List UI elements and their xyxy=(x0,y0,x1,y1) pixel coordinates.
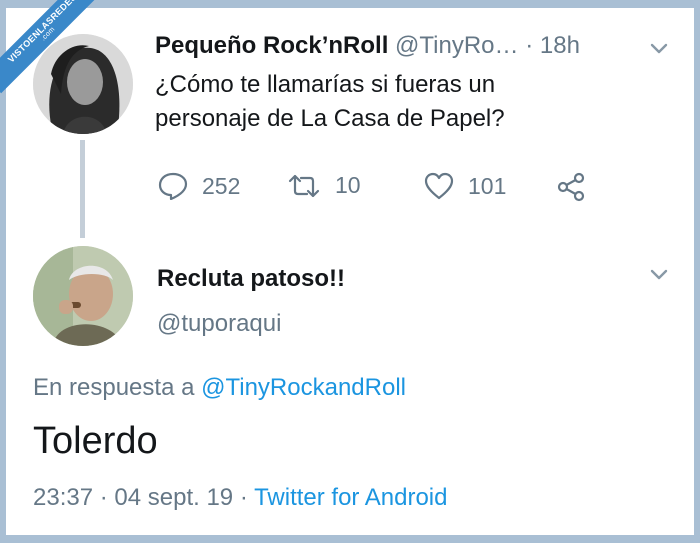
like-action[interactable]: 101 xyxy=(424,172,506,200)
avatar[interactable] xyxy=(33,34,133,134)
reply-author-handle[interactable]: @tuporaqui xyxy=(157,310,281,338)
author-name[interactable]: Pequeño Rock’nRoll xyxy=(155,32,388,59)
share-icon[interactable] xyxy=(556,172,586,202)
retweet-action[interactable]: 10 xyxy=(287,172,361,199)
reply-action[interactable]: 252 xyxy=(158,172,240,200)
like-count: 101 xyxy=(468,172,507,199)
author-name-line[interactable]: Pequeño Rock’nRoll @TinyRo… · 18h xyxy=(155,32,580,60)
reply-author-name[interactable]: Recluta patoso!! xyxy=(157,265,345,293)
author-handle[interactable]: @TinyRo… xyxy=(395,32,519,59)
in-reply-mention-link[interactable]: @TinyRockandRoll xyxy=(201,374,406,401)
tweet-text: ¿Cómo te llamarías si fueras un personaj… xyxy=(155,68,505,136)
in-reply-to-line: En respuesta a @TinyRockandRoll xyxy=(33,374,406,402)
retweet-icon xyxy=(288,174,320,197)
tweet-text-line: personaje de La Casa de Papel? xyxy=(155,105,505,132)
reply-text: Tolerdo xyxy=(33,420,158,462)
retweet-count: 10 xyxy=(335,172,361,198)
thread-connector xyxy=(80,140,85,238)
chevron-down-icon[interactable] xyxy=(650,42,668,56)
chevron-down-icon[interactable] xyxy=(650,268,668,282)
tweet-timestamp[interactable]: 23:37 · 04 sept. 19 xyxy=(33,484,233,511)
reply-count: 252 xyxy=(202,172,241,199)
tweet-text-line: ¿Cómo te llamarías si fueras un xyxy=(155,71,496,98)
avatar[interactable] xyxy=(33,246,133,346)
meta-separator: · xyxy=(239,484,248,511)
tweet-meta: 23:37 · 04 sept. 19 · Twitter for Androi… xyxy=(33,484,447,512)
reply-icon xyxy=(158,172,188,200)
time-separator: · xyxy=(525,32,534,59)
tweet-source-link[interactable]: Twitter for Android xyxy=(254,484,447,511)
tweet-time[interactable]: 18h xyxy=(540,32,580,59)
in-reply-prefix: En respuesta a xyxy=(33,374,195,401)
heart-icon xyxy=(424,172,454,200)
